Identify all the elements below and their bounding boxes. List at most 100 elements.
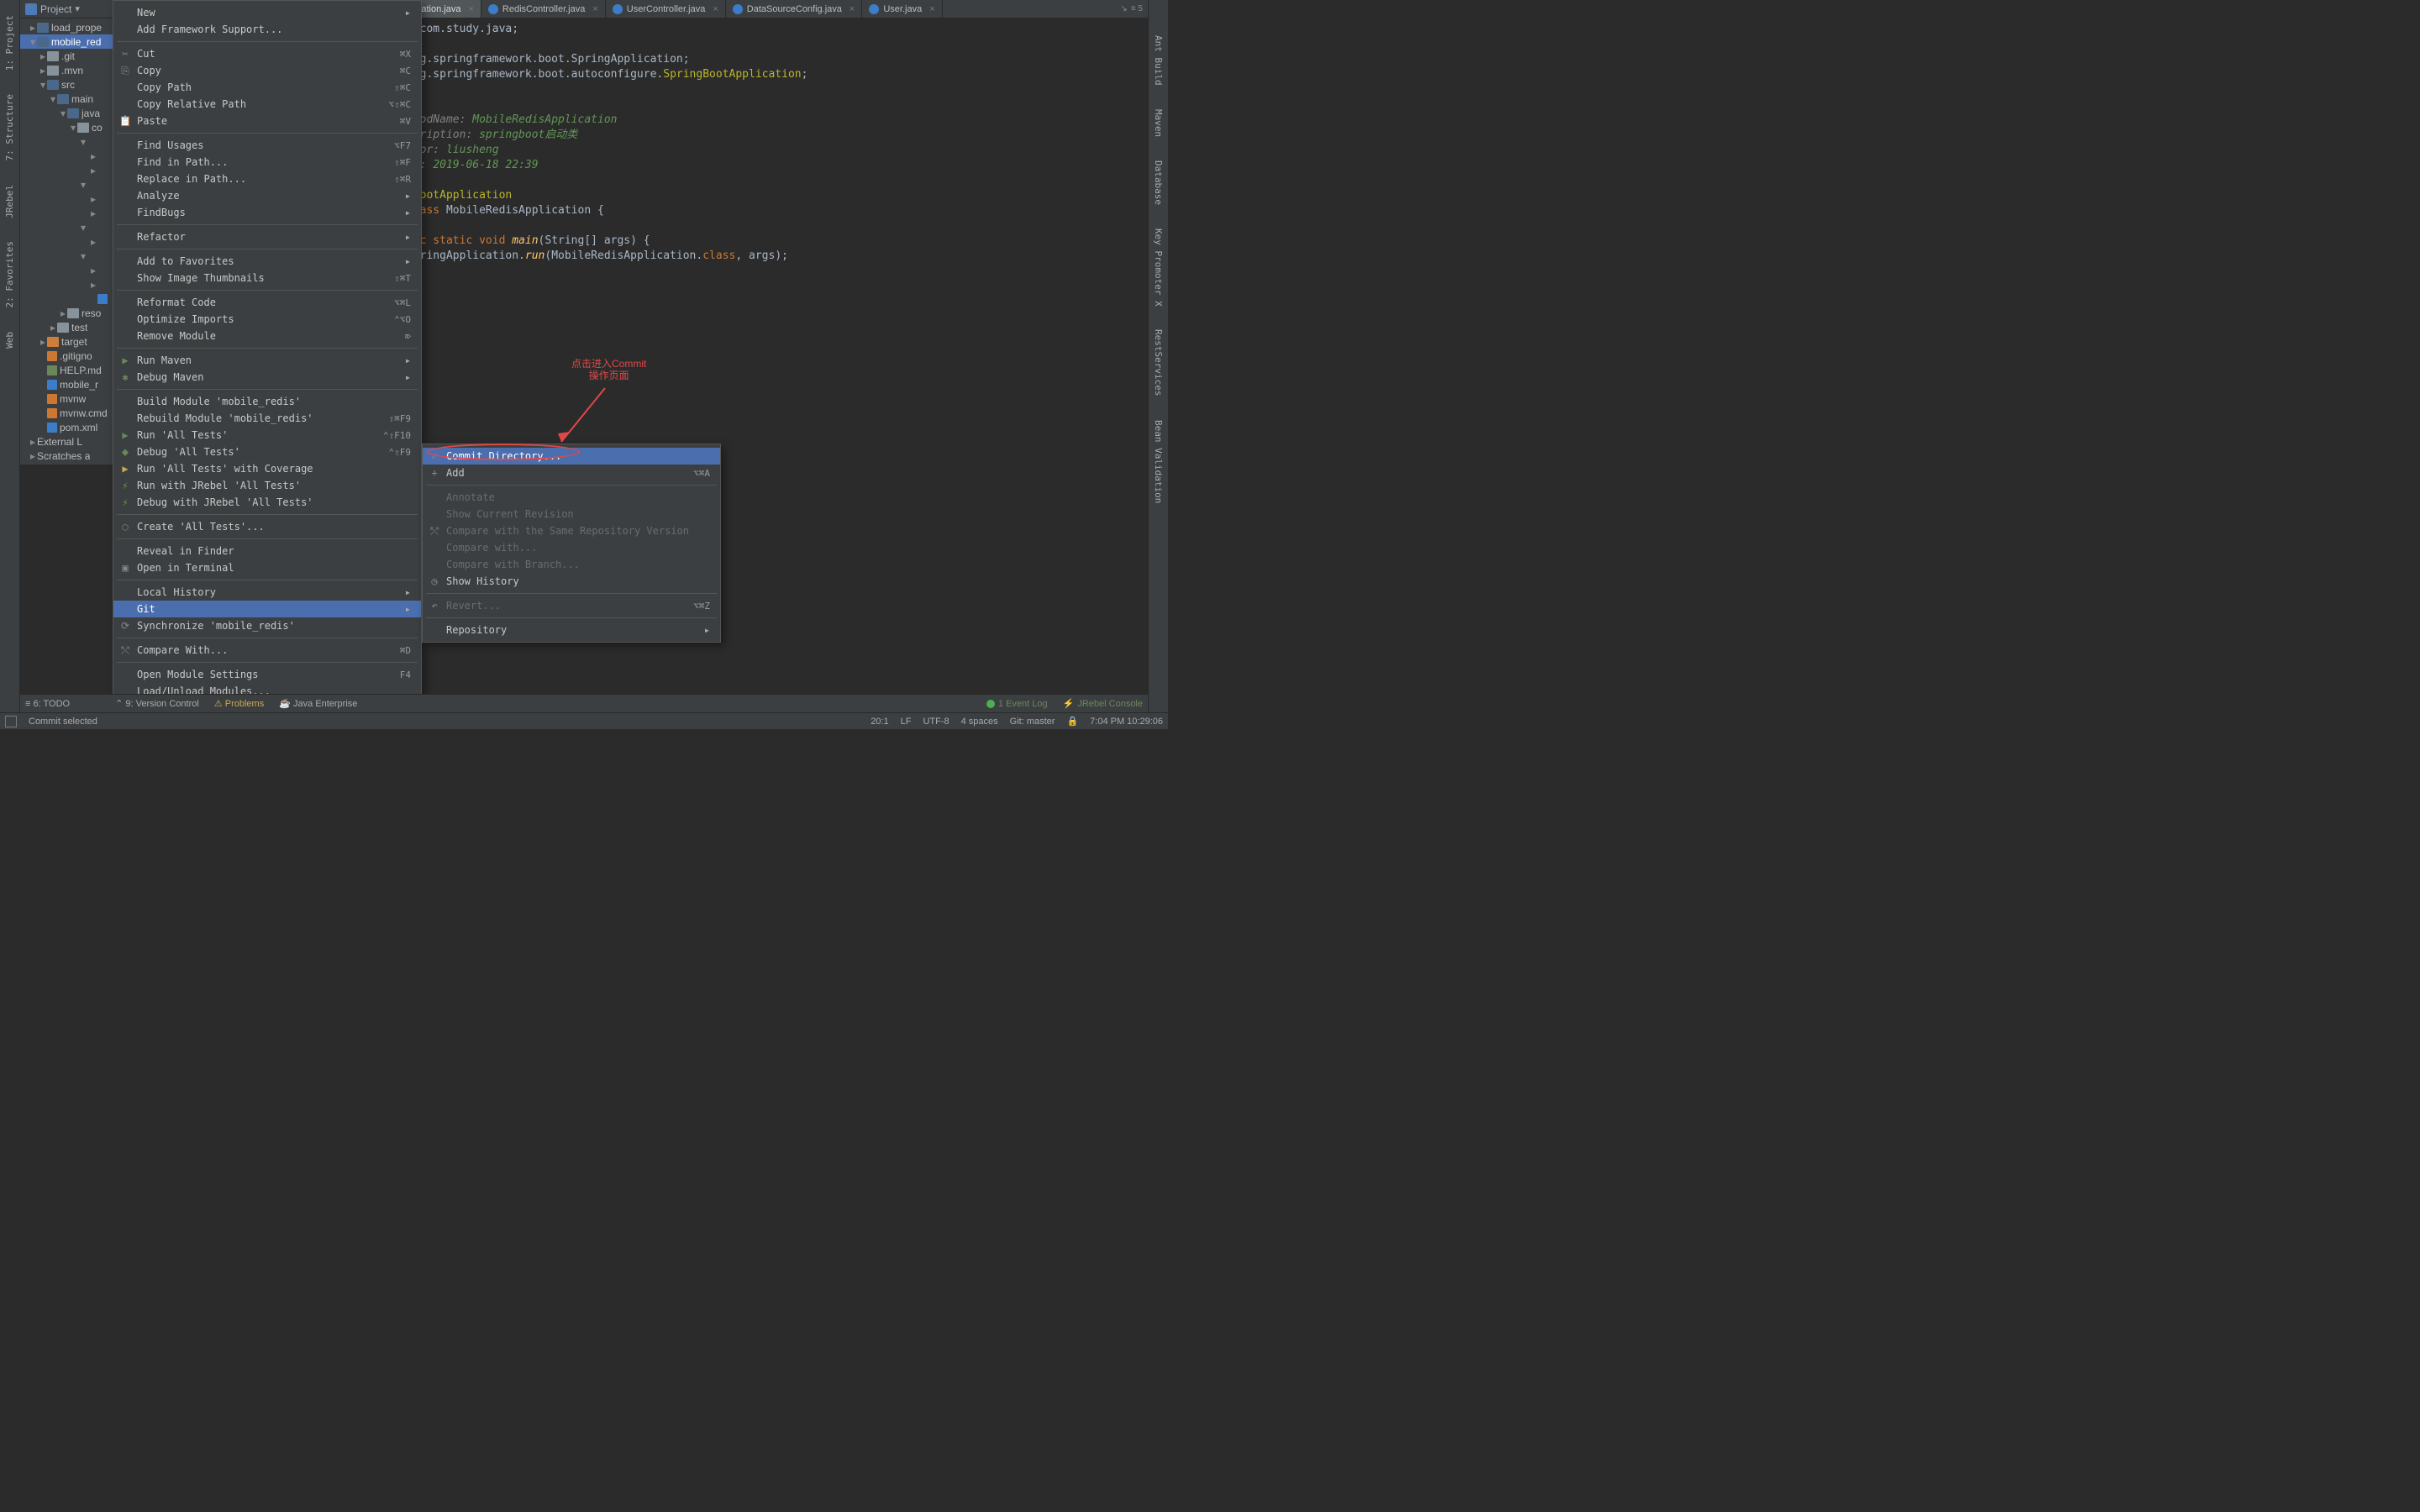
tool-maven[interactable]: Maven bbox=[1153, 109, 1164, 137]
editor-tab[interactable]: User.java× bbox=[862, 0, 942, 18]
menu-item[interactable]: Refactor▸ bbox=[113, 228, 421, 245]
status-indent[interactable]: 4 spaces bbox=[961, 717, 998, 727]
menu-item[interactable]: ⟳Synchronize 'mobile_redis' bbox=[113, 617, 421, 634]
t: org.springframework.boot.autoconfigure. bbox=[407, 68, 663, 81]
close-icon[interactable]: × bbox=[468, 4, 473, 14]
menu-item[interactable]: Add Framework Support... bbox=[113, 21, 421, 38]
context-menu[interactable]: New▸Add Framework Support... ✂Cut⌘X⎘Copy⌘… bbox=[113, 0, 422, 704]
t: SpringApplication. bbox=[407, 249, 525, 262]
menu-item: Compare with... bbox=[423, 539, 720, 556]
menu-item[interactable]: ✱Debug Maven▸ bbox=[113, 369, 421, 386]
tool-antbuild[interactable]: Ant Build bbox=[1153, 35, 1164, 86]
editor-tab[interactable]: RedisController.java× bbox=[481, 0, 606, 18]
close-icon[interactable]: × bbox=[713, 4, 718, 14]
close-icon[interactable]: × bbox=[929, 4, 934, 14]
tool-favorites[interactable]: 2: Favorites bbox=[4, 241, 15, 307]
bt-todo[interactable]: ≡ 6: TODO bbox=[25, 699, 70, 709]
t: (MobileRedisApplication. bbox=[544, 249, 702, 262]
menu-item[interactable]: Git▸ bbox=[113, 601, 421, 617]
project-panel-header[interactable]: Project ▾ bbox=[20, 0, 117, 18]
tool-restservices[interactable]: RestServices bbox=[1153, 329, 1164, 396]
status-lf[interactable]: LF bbox=[901, 717, 912, 727]
menu-item[interactable]: ⤲Compare With...⌘D bbox=[113, 642, 421, 659]
t: org.springframework.boot.SpringApplicati… bbox=[407, 53, 690, 66]
menu-item[interactable]: +Add⌥⌘A bbox=[423, 465, 720, 481]
tool-structure[interactable]: 7: Structure bbox=[4, 94, 15, 160]
menu-item[interactable]: Repository▸ bbox=[423, 622, 720, 638]
t: { bbox=[597, 204, 604, 217]
menu-item[interactable]: FindBugs▸ bbox=[113, 204, 421, 221]
t: , args); bbox=[735, 249, 788, 262]
menu-item[interactable]: ⚡Run with JRebel 'All Tests' bbox=[113, 477, 421, 494]
tool-project[interactable]: 1: Project bbox=[4, 15, 15, 71]
menu-item: ↶Revert...⌥⌘Z bbox=[423, 597, 720, 614]
menu-item: Compare with Branch... bbox=[423, 556, 720, 573]
status-git[interactable]: Git: master bbox=[1010, 717, 1055, 727]
tool-keypromoter[interactable]: Key Promoter X bbox=[1153, 228, 1164, 307]
status-icon[interactable] bbox=[5, 716, 17, 727]
menu-item[interactable]: Analyze▸ bbox=[113, 187, 421, 204]
left-tool-strip: 1: Project 7: Structure JRebel 2: Favori… bbox=[0, 0, 20, 729]
bottom-toolbar: ≡ 6: TODO ⌃ 9: Version Control ⚠ Problem… bbox=[20, 694, 1148, 712]
menu-item[interactable]: Reformat Code⌥⌘L bbox=[113, 294, 421, 311]
menu-item[interactable]: Copy Relative Path⌥⇧⌘C bbox=[113, 96, 421, 113]
menu-item[interactable]: Remove Module⌦ bbox=[113, 328, 421, 344]
menu-item[interactable]: Optimize Imports⌃⌥O bbox=[113, 311, 421, 328]
status-bar: Commit selected 20:1 LF UTF-8 4 spaces G… bbox=[0, 712, 1168, 729]
menu-item[interactable]: ◷Show History bbox=[423, 573, 720, 590]
menu-item[interactable]: Show Image Thumbnails⇧⌘T bbox=[113, 270, 421, 286]
right-tool-strip: Ant Build Maven Database Key Promoter X … bbox=[1148, 0, 1168, 729]
tool-beanvalidation[interactable]: Bean Validation bbox=[1153, 420, 1164, 503]
menu-item[interactable]: Reveal in Finder bbox=[113, 543, 421, 559]
menu-item[interactable]: Find in Path...⇧⌘F bbox=[113, 154, 421, 171]
menu-item[interactable]: ✂Cut⌘X bbox=[113, 45, 421, 62]
close-icon[interactable]: × bbox=[592, 4, 597, 14]
t: ; bbox=[802, 68, 808, 81]
menu-item[interactable]: ⎘Copy⌘C bbox=[113, 62, 421, 79]
editor-tabs: lication.java×RedisController.java×UserC… bbox=[392, 0, 1148, 18]
editor-tab[interactable]: UserController.java× bbox=[606, 0, 726, 18]
tab-overflow[interactable]: ↘ ≡ 5 bbox=[1115, 0, 1148, 18]
status-enc[interactable]: UTF-8 bbox=[923, 717, 949, 727]
bt-javaee[interactable]: ☕ Java Enterprise bbox=[279, 698, 357, 709]
t: (String[] args) { bbox=[539, 234, 650, 247]
editor-tab[interactable]: DataSourceConfig.java× bbox=[726, 0, 863, 18]
tool-web[interactable]: Web bbox=[4, 332, 15, 349]
t: springboot启动类 bbox=[479, 129, 577, 141]
bt-jrebelconsole[interactable]: ⚡JRebel Console bbox=[1063, 698, 1143, 709]
menu-item[interactable]: ⚡Debug with JRebel 'All Tests' bbox=[113, 494, 421, 511]
close-icon[interactable]: × bbox=[850, 4, 855, 14]
tool-database[interactable]: Database bbox=[1153, 160, 1164, 205]
menu-item[interactable]: Rebuild Module 'mobile_redis'⇧⌘F9 bbox=[113, 410, 421, 427]
menu-item[interactable]: Copy Path⇧⌘C bbox=[113, 79, 421, 96]
menu-item[interactable]: ✓Commit Directory... bbox=[423, 448, 720, 465]
t: lic static void bbox=[407, 234, 512, 247]
menu-item[interactable]: Build Module 'mobile_redis' bbox=[113, 393, 421, 410]
bt-eventlog[interactable]: 1 Event Log bbox=[986, 698, 1048, 709]
class-icon bbox=[869, 4, 879, 14]
class-icon bbox=[733, 4, 743, 14]
t: gBootApplication bbox=[407, 189, 512, 202]
menu-item[interactable]: ▶Run 'All Tests' with Coverage bbox=[113, 460, 421, 477]
menu-item[interactable]: ⬥Debug 'All Tests'⌃⇧F9 bbox=[113, 444, 421, 460]
t: class bbox=[702, 249, 735, 262]
menu-item[interactable]: Add to Favorites▸ bbox=[113, 253, 421, 270]
menu-item[interactable]: ▶Run Maven▸ bbox=[113, 352, 421, 369]
menu-item[interactable]: ◯Create 'All Tests'... bbox=[113, 518, 421, 535]
git-submenu[interactable]: ✓Commit Directory...+Add⌥⌘AAnnotateShow … bbox=[422, 444, 721, 643]
menu-item[interactable]: ▣Open in Terminal bbox=[113, 559, 421, 576]
menu-item[interactable]: Replace in Path...⇧⌘R bbox=[113, 171, 421, 187]
menu-item[interactable]: Open Module SettingsF4 bbox=[113, 666, 421, 683]
status-clock: 7:04 PM 10:29:06 bbox=[1090, 717, 1163, 727]
menu-item[interactable]: New▸ bbox=[113, 4, 421, 21]
menu-item[interactable]: 📋Paste⌘V bbox=[113, 113, 421, 129]
t: MobileRedisApplication bbox=[472, 113, 617, 126]
bt-vcs[interactable]: ⌃ 9: Version Control bbox=[115, 698, 199, 709]
menu-item[interactable]: Find Usages⌥F7 bbox=[113, 137, 421, 154]
lock-icon[interactable]: 🔒 bbox=[1066, 716, 1078, 727]
tool-jrebel[interactable]: JRebel bbox=[4, 185, 15, 218]
menu-item[interactable]: Local History▸ bbox=[113, 584, 421, 601]
menu-item[interactable]: ▶Run 'All Tests'⌃⇧F10 bbox=[113, 427, 421, 444]
status-pos[interactable]: 20:1 bbox=[871, 717, 888, 727]
bt-problems[interactable]: ⚠ Problems bbox=[214, 698, 264, 709]
